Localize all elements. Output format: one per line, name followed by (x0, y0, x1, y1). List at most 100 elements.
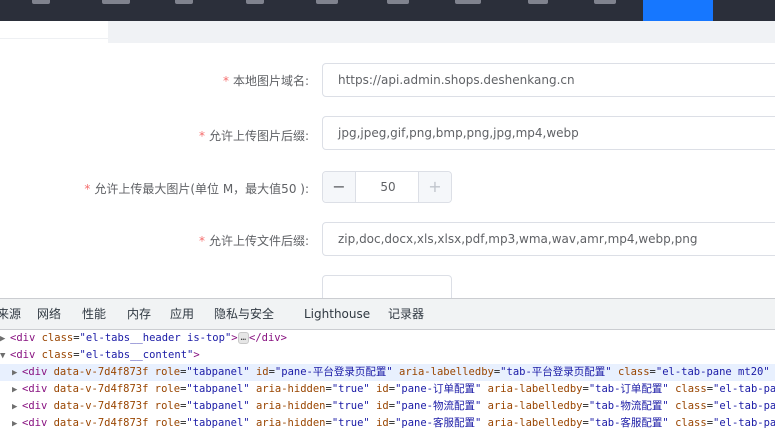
devtools-tab-recorder[interactable]: 记录器 (388, 299, 424, 329)
attribute-name: data-v-7d4f873f (53, 383, 149, 395)
tag-open: <div (10, 349, 42, 361)
attribute-value: "el-tab-pane m (713, 417, 775, 429)
attribute-name: data-v-7d4f873f (53, 366, 149, 378)
settings-form: * 本地图片域名: https://api.admin.shops.deshenk… (0, 21, 775, 309)
tag-open: <div (10, 332, 42, 344)
expand-triangle-icon[interactable]: ▶ (0, 331, 10, 348)
attribute-value: "el-tabs__header is-top" (79, 332, 232, 344)
attribute-name: aria-hidden (255, 417, 326, 429)
image-ext-input[interactable]: jpg,jpeg,gif,png,bmp,png,jpg,mp4,webp (322, 116, 775, 150)
attribute-name: role (154, 383, 181, 395)
attribute-name: role (154, 417, 181, 429)
attribute-value: "true" (331, 383, 370, 395)
attribute-name: class (617, 366, 650, 378)
attribute-value: "tab-订单配置" (588, 383, 669, 395)
nav-item[interactable] (528, 0, 548, 4)
attribute-value: "pane-平台登录页配置" (274, 366, 393, 378)
attribute-value: "tab-物流配置" (588, 400, 669, 412)
expand-triangle-icon[interactable]: ▶ (12, 399, 22, 416)
attribute-name: class (675, 400, 707, 412)
attribute-value: "tabpanel" (186, 383, 250, 395)
form-label-domain: * 本地图片域名: (222, 74, 309, 88)
form-label-max-image: * 允许上传最大图片(单位 M，最大值50 ): (84, 182, 309, 196)
nav-item[interactable] (175, 0, 193, 4)
attribute-value: "true" (331, 400, 370, 412)
attribute-value: "pane-物流配置" (395, 400, 482, 412)
tag-end: </div> (249, 332, 287, 344)
domain-input[interactable]: https://api.admin.shops.deshenkang.cn (322, 63, 775, 97)
collapsed-content-badge[interactable]: … (237, 332, 250, 344)
attribute-name: id (376, 400, 389, 412)
required-asterisk: * (84, 182, 91, 196)
attribute-name: aria-labelledby (399, 366, 494, 378)
tag-close: > (193, 349, 200, 361)
dom-tree-node[interactable]: ▶ <div class="el-tabs__header is-top">… </… (0, 330, 287, 347)
devtools-tab-network[interactable]: 网络 (37, 299, 61, 329)
attribute-value: "pane-客服配置" (395, 417, 482, 429)
devtools-tab-memory[interactable]: 内存 (127, 299, 151, 329)
nav-item[interactable] (32, 0, 50, 4)
tag-open: <div (22, 366, 54, 378)
attribute-value: "tab-客服配置" (588, 417, 669, 429)
tag-open: <div (22, 400, 54, 412)
max-image-stepper[interactable]: − 50 + (322, 171, 452, 203)
decrease-button[interactable]: − (323, 172, 356, 202)
attribute-value: "tabpanel" (186, 417, 250, 429)
nav-item[interactable] (316, 0, 338, 4)
attribute-value: "pane-订单配置" (395, 383, 482, 395)
attribute-name: aria-labelledby (487, 400, 583, 412)
attribute-name: data-v-7d4f873f (53, 400, 149, 412)
dom-tree-node[interactable]: ▼ <div class="el-tabs__content"> (0, 347, 200, 364)
devtools-tab-performance[interactable]: 性能 (82, 299, 106, 329)
tab-bar-background (108, 21, 775, 43)
nav-item[interactable] (387, 0, 409, 4)
attribute-name: id (376, 417, 389, 429)
attribute-value: "tab-平台登录页配置" (500, 366, 612, 378)
attribute-name: data-v-7d4f873f (53, 417, 149, 429)
attribute-name: aria-hidden (255, 400, 326, 412)
file-ext-input[interactable]: zip,doc,docx,xls,xlsx,pdf,mp3,wma,wav,am… (322, 222, 775, 256)
attribute-value: "el-tab-pane mt20" (655, 366, 770, 378)
attribute-value: "el-tab-pane m (713, 383, 775, 395)
required-asterisk: * (222, 74, 229, 88)
nav-item-active[interactable] (643, 0, 713, 21)
dom-tree-node[interactable]: ▶ <div data-v-7d4f873f role="tabpanel" ar… (0, 415, 775, 432)
nav-item[interactable] (455, 0, 481, 4)
max-image-value[interactable]: 50 (356, 172, 420, 202)
required-asterisk: * (198, 129, 205, 143)
form-label-image-ext: * 允许上传图片后缀: (198, 129, 309, 143)
increase-button[interactable]: + (418, 172, 451, 202)
tag-close: > (231, 332, 238, 344)
nav-item[interactable] (594, 0, 616, 4)
attribute-name: class (41, 349, 74, 361)
attribute-name: id (376, 383, 389, 395)
attribute-name: aria-hidden (255, 383, 326, 395)
attribute-name: aria-labelledby (487, 417, 583, 429)
devtools-tabbar: 来源 网络 性能 内存 应用 隐私与安全 Lighthouse 记录器 (0, 299, 775, 330)
devtools-tab-sources[interactable]: 来源 (0, 299, 21, 329)
attribute-name: role (154, 400, 181, 412)
nav-item[interactable] (102, 0, 130, 4)
collapse-triangle-icon[interactable]: ▼ (0, 348, 10, 365)
devtools-tab-privacy[interactable]: 隐私与安全 (214, 299, 274, 329)
tab-bar-left (0, 21, 108, 39)
nav-item[interactable] (246, 0, 264, 4)
tag-open: <div (22, 417, 54, 429)
dom-tree-node[interactable]: ▶ <div data-v-7d4f873f role="tabpanel" id… (0, 364, 775, 381)
form-label-file-ext: * 允许上传文件后缀: (198, 234, 309, 248)
devtools-panel: 来源 网络 性能 内存 应用 隐私与安全 Lighthouse 记录器 ▶ <di… (0, 298, 775, 429)
attribute-value: "tabpanel" (186, 400, 250, 412)
attribute-name: role (154, 366, 181, 378)
attribute-name: aria-labelledby (487, 383, 583, 395)
attribute-value: "el-tab-pane m (713, 400, 775, 412)
dom-tree-node[interactable]: ▶ <div data-v-7d4f873f role="tabpanel" ar… (0, 398, 775, 415)
attribute-value: "el-tabs__content" (79, 349, 194, 361)
dom-tree-node[interactable]: ▶ <div data-v-7d4f873f role="tabpanel" ar… (0, 381, 775, 398)
attribute-name: class (675, 417, 707, 429)
devtools-tab-lighthouse[interactable]: Lighthouse (304, 299, 370, 329)
expand-triangle-icon[interactable]: ▶ (12, 365, 22, 382)
devtools-tab-application[interactable]: 应用 (170, 299, 194, 329)
expand-triangle-icon[interactable]: ▶ (12, 382, 22, 399)
tag-open: <div (22, 383, 54, 395)
attribute-name: id (255, 366, 269, 378)
